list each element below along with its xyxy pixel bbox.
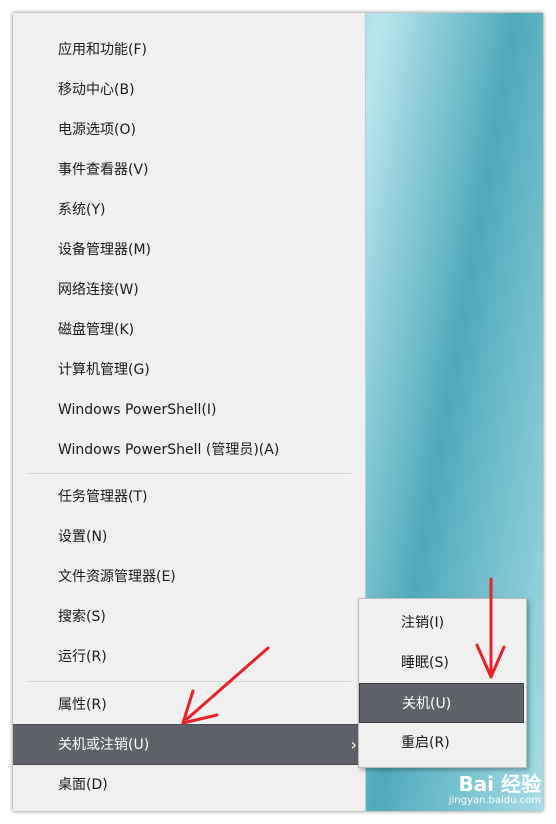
menu-item-powershell-admin[interactable]: Windows PowerShell (管理员)(A) bbox=[13, 430, 365, 470]
menu-item-desktop[interactable]: 桌面(D) bbox=[13, 765, 365, 805]
menu-item-powershell[interactable]: Windows PowerShell(I) bbox=[13, 390, 365, 430]
chevron-right-icon: › bbox=[350, 735, 357, 754]
menu-item-power-options[interactable]: 电源选项(O) bbox=[13, 110, 365, 150]
submenu-item-shutdown[interactable]: 关机(U) bbox=[359, 683, 524, 723]
annotation-arrow-icon bbox=[475, 577, 506, 679]
menu-item-device-manager[interactable]: 设备管理器(M) bbox=[13, 230, 365, 270]
menu-item-search[interactable]: 搜索(S) bbox=[13, 597, 365, 637]
annotation-arrow-icon bbox=[181, 646, 270, 725]
screenshot-frame: 应用和功能(F) 移动中心(B) 电源选项(O) 事件查看器(V) 系统(Y) … bbox=[13, 13, 543, 811]
baidu-jingyan-watermark: Bai 经验 jingyan.baidu.com bbox=[448, 772, 541, 806]
menu-separator bbox=[27, 473, 351, 474]
menu-item-file-explorer[interactable]: 文件资源管理器(E) bbox=[13, 557, 365, 597]
menu-item-system[interactable]: 系统(Y) bbox=[13, 190, 365, 230]
menu-item-event-viewer[interactable]: 事件查看器(V) bbox=[13, 150, 365, 190]
menu-item-network-connections[interactable]: 网络连接(W) bbox=[13, 270, 365, 310]
menu-item-computer-management[interactable]: 计算机管理(G) bbox=[13, 350, 365, 390]
menu-item-apps-features[interactable]: 应用和功能(F) bbox=[13, 30, 365, 70]
menu-item-task-manager[interactable]: 任务管理器(T) bbox=[13, 477, 365, 517]
menu-item-settings[interactable]: 设置(N) bbox=[13, 517, 365, 557]
menu-item-disk-management[interactable]: 磁盘管理(K) bbox=[13, 310, 365, 350]
submenu-item-restart[interactable]: 重启(R) bbox=[359, 723, 524, 763]
menu-item-mobility-center[interactable]: 移动中心(B) bbox=[13, 70, 365, 110]
